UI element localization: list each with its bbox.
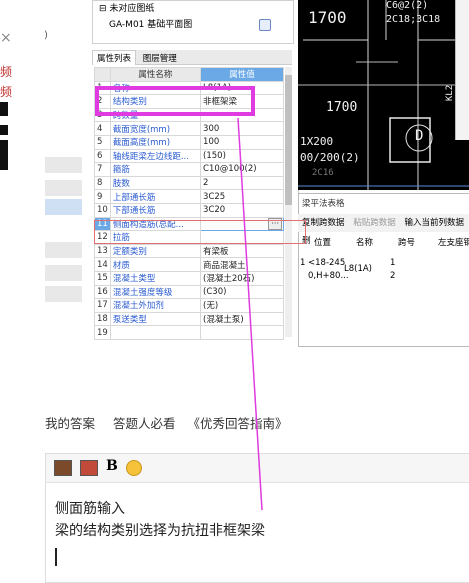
annotation-arrow (237, 117, 263, 511)
